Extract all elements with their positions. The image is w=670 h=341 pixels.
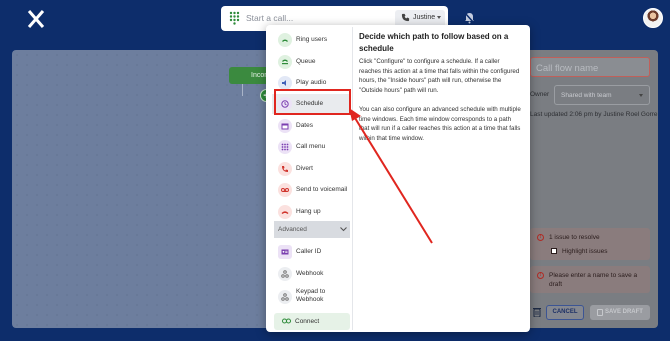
menu-item-label: Call menu bbox=[296, 143, 326, 150]
node-connector bbox=[242, 84, 243, 96]
owner-select[interactable]: Shared with team bbox=[554, 85, 650, 105]
description-paragraph-2: You can also configure an advanced sched… bbox=[359, 106, 521, 142]
name-error-alert: Please enter a name to save a draft bbox=[530, 266, 650, 293]
ring-users-icon bbox=[278, 33, 292, 47]
keypad-webhook-icon bbox=[278, 290, 292, 304]
menu-item-label: Queue bbox=[296, 58, 316, 65]
menu-item-webhook[interactable]: Webhook bbox=[272, 264, 350, 284]
link-icon bbox=[282, 318, 291, 324]
error-icon bbox=[537, 234, 544, 241]
chevron-down-icon bbox=[437, 16, 441, 19]
menu-item-ring-users[interactable]: Ring users bbox=[272, 30, 350, 50]
save-icon bbox=[597, 309, 603, 316]
flow-settings-panel: Call flow name Owner Shared with team La… bbox=[524, 50, 658, 328]
webhook-icon bbox=[278, 267, 292, 281]
menu-item-call-menu[interactable]: Call menu bbox=[272, 137, 350, 157]
owner-select-value: Shared with team bbox=[561, 92, 612, 99]
highlight-box bbox=[274, 89, 351, 115]
menu-item-label: Keypad to Webhook bbox=[296, 288, 326, 303]
play-audio-icon bbox=[278, 76, 292, 90]
connect-button[interactable]: Connect bbox=[274, 313, 350, 330]
cancel-button[interactable]: CANCEL bbox=[546, 305, 584, 320]
avatar[interactable] bbox=[643, 8, 663, 28]
dialpad-icon bbox=[278, 140, 292, 154]
menu-item-label: Caller ID bbox=[296, 248, 322, 255]
call-flow-name-input[interactable]: Call flow name bbox=[530, 57, 650, 77]
menu-item-label: Play audio bbox=[296, 79, 327, 86]
name-error-text: Please enter a name to save a draft bbox=[549, 272, 638, 288]
menu-item-label: Divert bbox=[296, 165, 313, 172]
connect-label: Connect bbox=[295, 318, 320, 325]
error-icon bbox=[537, 272, 544, 279]
menu-item-keypad-to-webhook[interactable]: Keypad to Webhook bbox=[272, 287, 350, 307]
menu-item-hang-up[interactable]: Hang up bbox=[272, 202, 350, 222]
advanced-label: Advanced bbox=[278, 226, 307, 233]
voicemail-icon bbox=[278, 183, 292, 197]
highlight-issues-checkbox[interactable] bbox=[551, 248, 557, 254]
menu-item-caller-id[interactable]: Caller ID bbox=[272, 242, 350, 262]
queue-icon bbox=[278, 55, 292, 69]
chevron-down-icon bbox=[639, 94, 643, 97]
advanced-section-toggle[interactable]: Advanced bbox=[274, 221, 350, 238]
x-logo-icon[interactable] bbox=[26, 9, 46, 29]
bell-off-icon[interactable] bbox=[464, 12, 475, 24]
dialpad-icon bbox=[229, 11, 240, 25]
save-draft-label: SAVE DRAFT bbox=[605, 309, 643, 315]
last-updated-text: Last updated 2:06 pm by Justine Roel Gor… bbox=[530, 111, 658, 118]
menu-divider bbox=[352, 27, 353, 330]
menu-item-dates[interactable]: Dates bbox=[272, 116, 350, 136]
chevron-down-icon bbox=[340, 227, 347, 232]
save-draft-button[interactable]: SAVE DRAFT bbox=[590, 305, 650, 320]
owner-label: Owner bbox=[530, 91, 550, 98]
menu-item-label: Webhook bbox=[296, 270, 324, 277]
calendar-icon bbox=[278, 119, 292, 133]
menu-item-label: Hang up bbox=[296, 208, 321, 215]
trash-icon[interactable] bbox=[533, 307, 541, 317]
highlight-issues-label: Highlight issues bbox=[562, 248, 608, 255]
call-placeholder: Start a call... bbox=[246, 13, 294, 23]
divert-icon bbox=[278, 162, 292, 176]
menu-item-label: Ring users bbox=[296, 36, 328, 43]
menu-item-queue[interactable]: Queue bbox=[272, 52, 350, 72]
hang-up-icon bbox=[278, 205, 292, 219]
menu-item-label: Send to voicemail bbox=[296, 186, 348, 193]
caller-id-icon bbox=[278, 245, 292, 259]
phone-icon bbox=[401, 13, 410, 22]
menu-item-label: Dates bbox=[296, 122, 313, 129]
description-title: Decide which path to follow based on a s… bbox=[359, 32, 509, 53]
issue-count-text: 1 issue to resolve bbox=[549, 234, 600, 241]
menu-item-send-to-voicemail[interactable]: Send to voicemail bbox=[272, 180, 350, 200]
caller-name: Justine bbox=[413, 14, 436, 21]
issue-alert: 1 issue to resolve Highlight issues bbox=[530, 228, 650, 260]
description-paragraph-1: Click "Configure" to configure a schedul… bbox=[359, 58, 520, 94]
menu-item-divert[interactable]: Divert bbox=[272, 159, 350, 179]
